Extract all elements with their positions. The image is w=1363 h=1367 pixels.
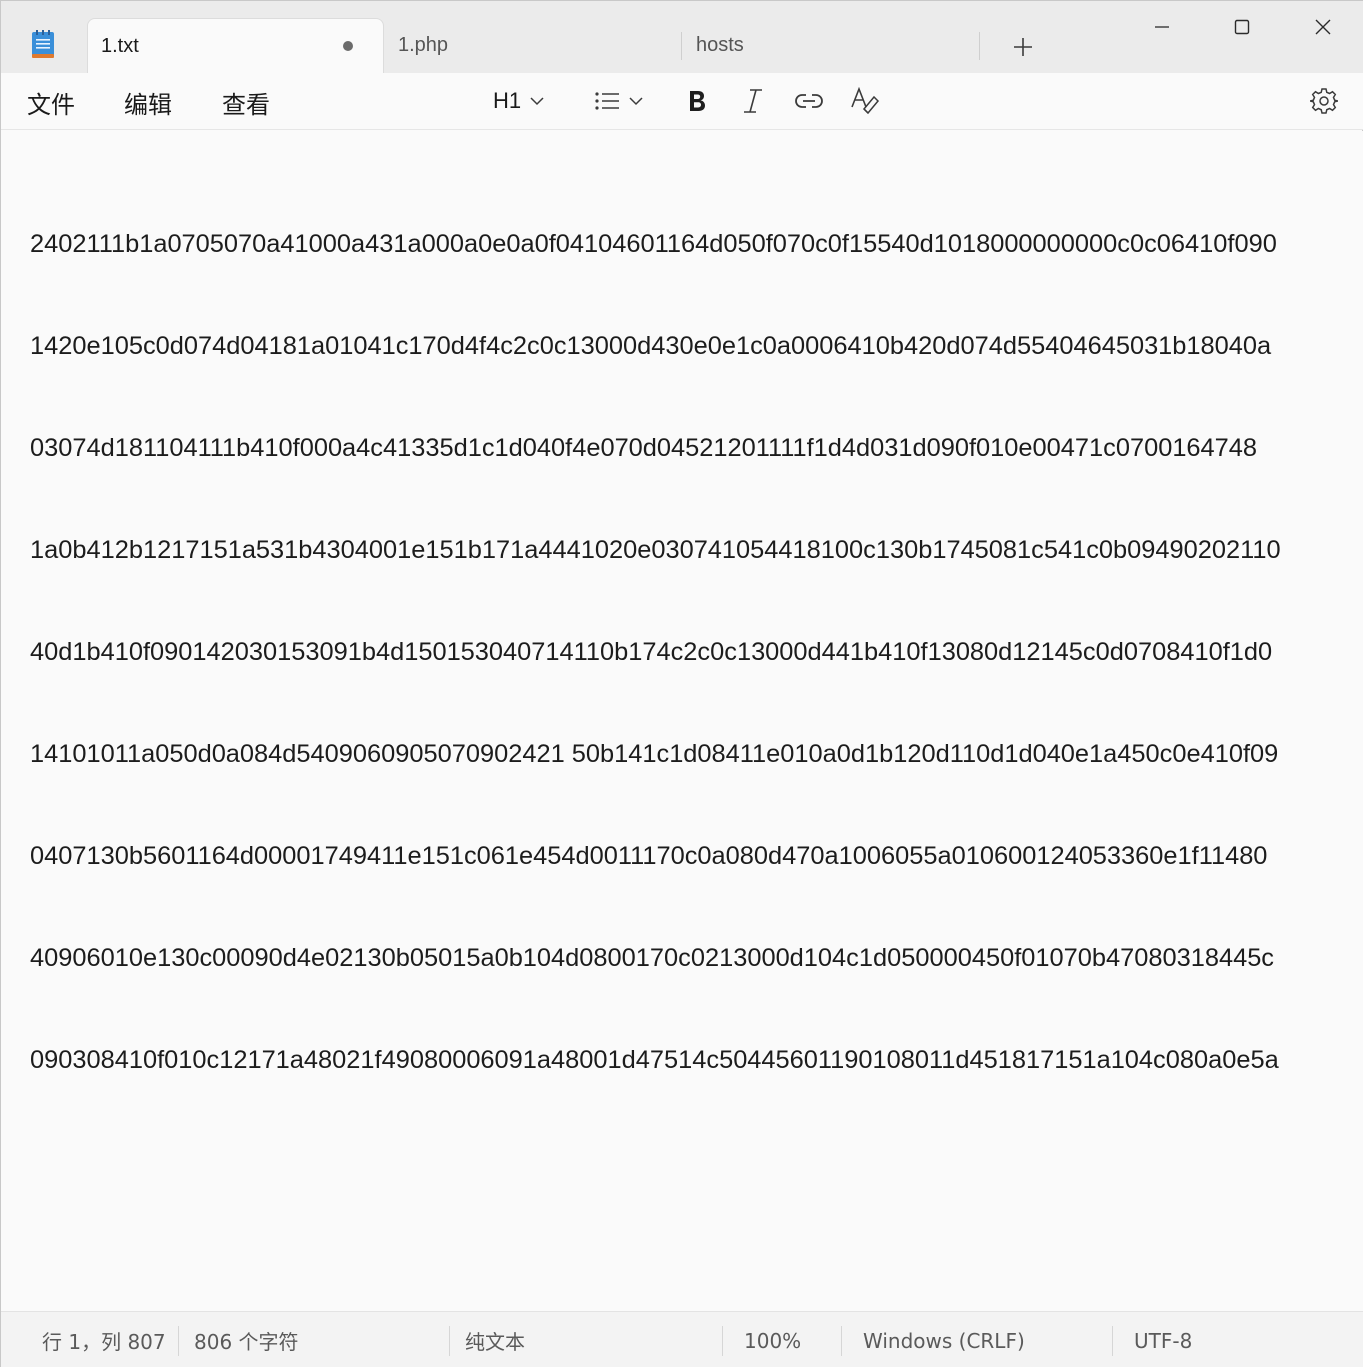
text-editor[interactable]: 2402111b1a0705070a41000a431a000a0e0a0f04… (1, 131, 1363, 1311)
spellcheck-icon (851, 87, 880, 115)
unsaved-dot-icon[interactable] (343, 41, 353, 51)
maximize-button[interactable] (1212, 7, 1272, 47)
text-line: 0407130b5601164d00001749411e151c061e454d… (30, 842, 1268, 870)
italic-icon (744, 89, 762, 113)
zoom-level[interactable]: 100% (744, 1312, 801, 1367)
tab-hosts[interactable]: hosts (696, 18, 976, 73)
line-ending[interactable]: Windows (CRLF) (863, 1312, 1025, 1367)
close-icon (1315, 19, 1331, 35)
text-line: 14101011a050d0a084d5409060905070902421 5… (30, 740, 1279, 768)
link-button[interactable] (791, 83, 827, 119)
text-line: 40d1b410f090142030153091b4d1501530407141… (30, 638, 1273, 666)
text-line: 090308410f010c12171a48021f49080006091a48… (30, 1046, 1279, 1074)
tab-label: hosts (696, 34, 744, 56)
list-icon (595, 92, 619, 110)
status-divider (841, 1326, 842, 1356)
minimize-icon (1155, 26, 1169, 28)
file-type[interactable]: 纯文本 (465, 1312, 525, 1367)
italic-button[interactable] (735, 83, 771, 119)
new-tab-button[interactable] (1003, 31, 1043, 63)
status-divider (1112, 1326, 1113, 1356)
text-line: 1420e105c0d074d04181a01041c170d4f4c2c0c1… (30, 332, 1272, 360)
menu-edit[interactable]: 编辑 (124, 85, 172, 119)
tab-1-txt[interactable]: 1.txt (87, 18, 384, 73)
plus-icon (1014, 38, 1032, 56)
settings-button[interactable] (1306, 83, 1342, 119)
heading-dropdown[interactable]: H1 (484, 83, 554, 119)
notepad-app-icon (32, 30, 54, 58)
chevron-down-icon (629, 97, 643, 106)
bold-button[interactable] (679, 83, 715, 119)
text-line: 1a0b412b1217151a531b4304001e151b171a4441… (30, 536, 1281, 564)
menu-view[interactable]: 查看 (222, 85, 270, 119)
maximize-icon (1234, 19, 1250, 35)
encoding[interactable]: UTF-8 (1134, 1312, 1192, 1367)
bold-icon (690, 91, 705, 111)
tab-label: 1.php (398, 34, 449, 56)
gear-icon (1310, 88, 1338, 114)
status-divider (178, 1326, 179, 1356)
text-line: 03074d181104111b410f000a4c41335d1c1d040f… (30, 434, 1258, 462)
clear-formatting-button[interactable] (847, 83, 883, 119)
menu-file[interactable]: 文件 (27, 85, 75, 119)
editor-content[interactable]: 2402111b1a0705070a41000a431a000a0e0a0f04… (30, 159, 1363, 1145)
menu-toolbar: 文件 编辑 查看 H1 (1, 73, 1363, 130)
character-count: 806 个字符 (194, 1330, 299, 1354)
cursor-position[interactable]: 行 1，列 807 (42, 1312, 166, 1367)
chevron-down-icon (530, 97, 544, 106)
status-divider (722, 1326, 723, 1356)
list-dropdown[interactable] (586, 83, 652, 119)
tab-divider (681, 32, 682, 60)
text-line: 40906010e130c00090d4e02130b05015a0b104d0… (30, 944, 1275, 972)
minimize-button[interactable] (1132, 7, 1192, 47)
tab-1-php[interactable]: 1.php (398, 18, 678, 73)
notepad-window: 1.txt 1.php hosts 文件 编辑 查看 H1 2402111b1a… (0, 0, 1363, 1367)
tab-label: 1.txt (101, 34, 139, 57)
tab-divider (979, 32, 980, 60)
title-bar: 1.txt 1.php hosts (1, 1, 1363, 73)
status-bar: 行 1，列 807 806 个字符 纯文本 100% Windows (CRLF… (1, 1311, 1363, 1367)
link-icon (795, 94, 823, 108)
close-button[interactable] (1293, 7, 1353, 47)
status-divider (449, 1326, 450, 1356)
text-line: 2402111b1a0705070a41000a431a000a0e0a0f04… (30, 230, 1277, 258)
heading-label: H1 (492, 88, 522, 113)
